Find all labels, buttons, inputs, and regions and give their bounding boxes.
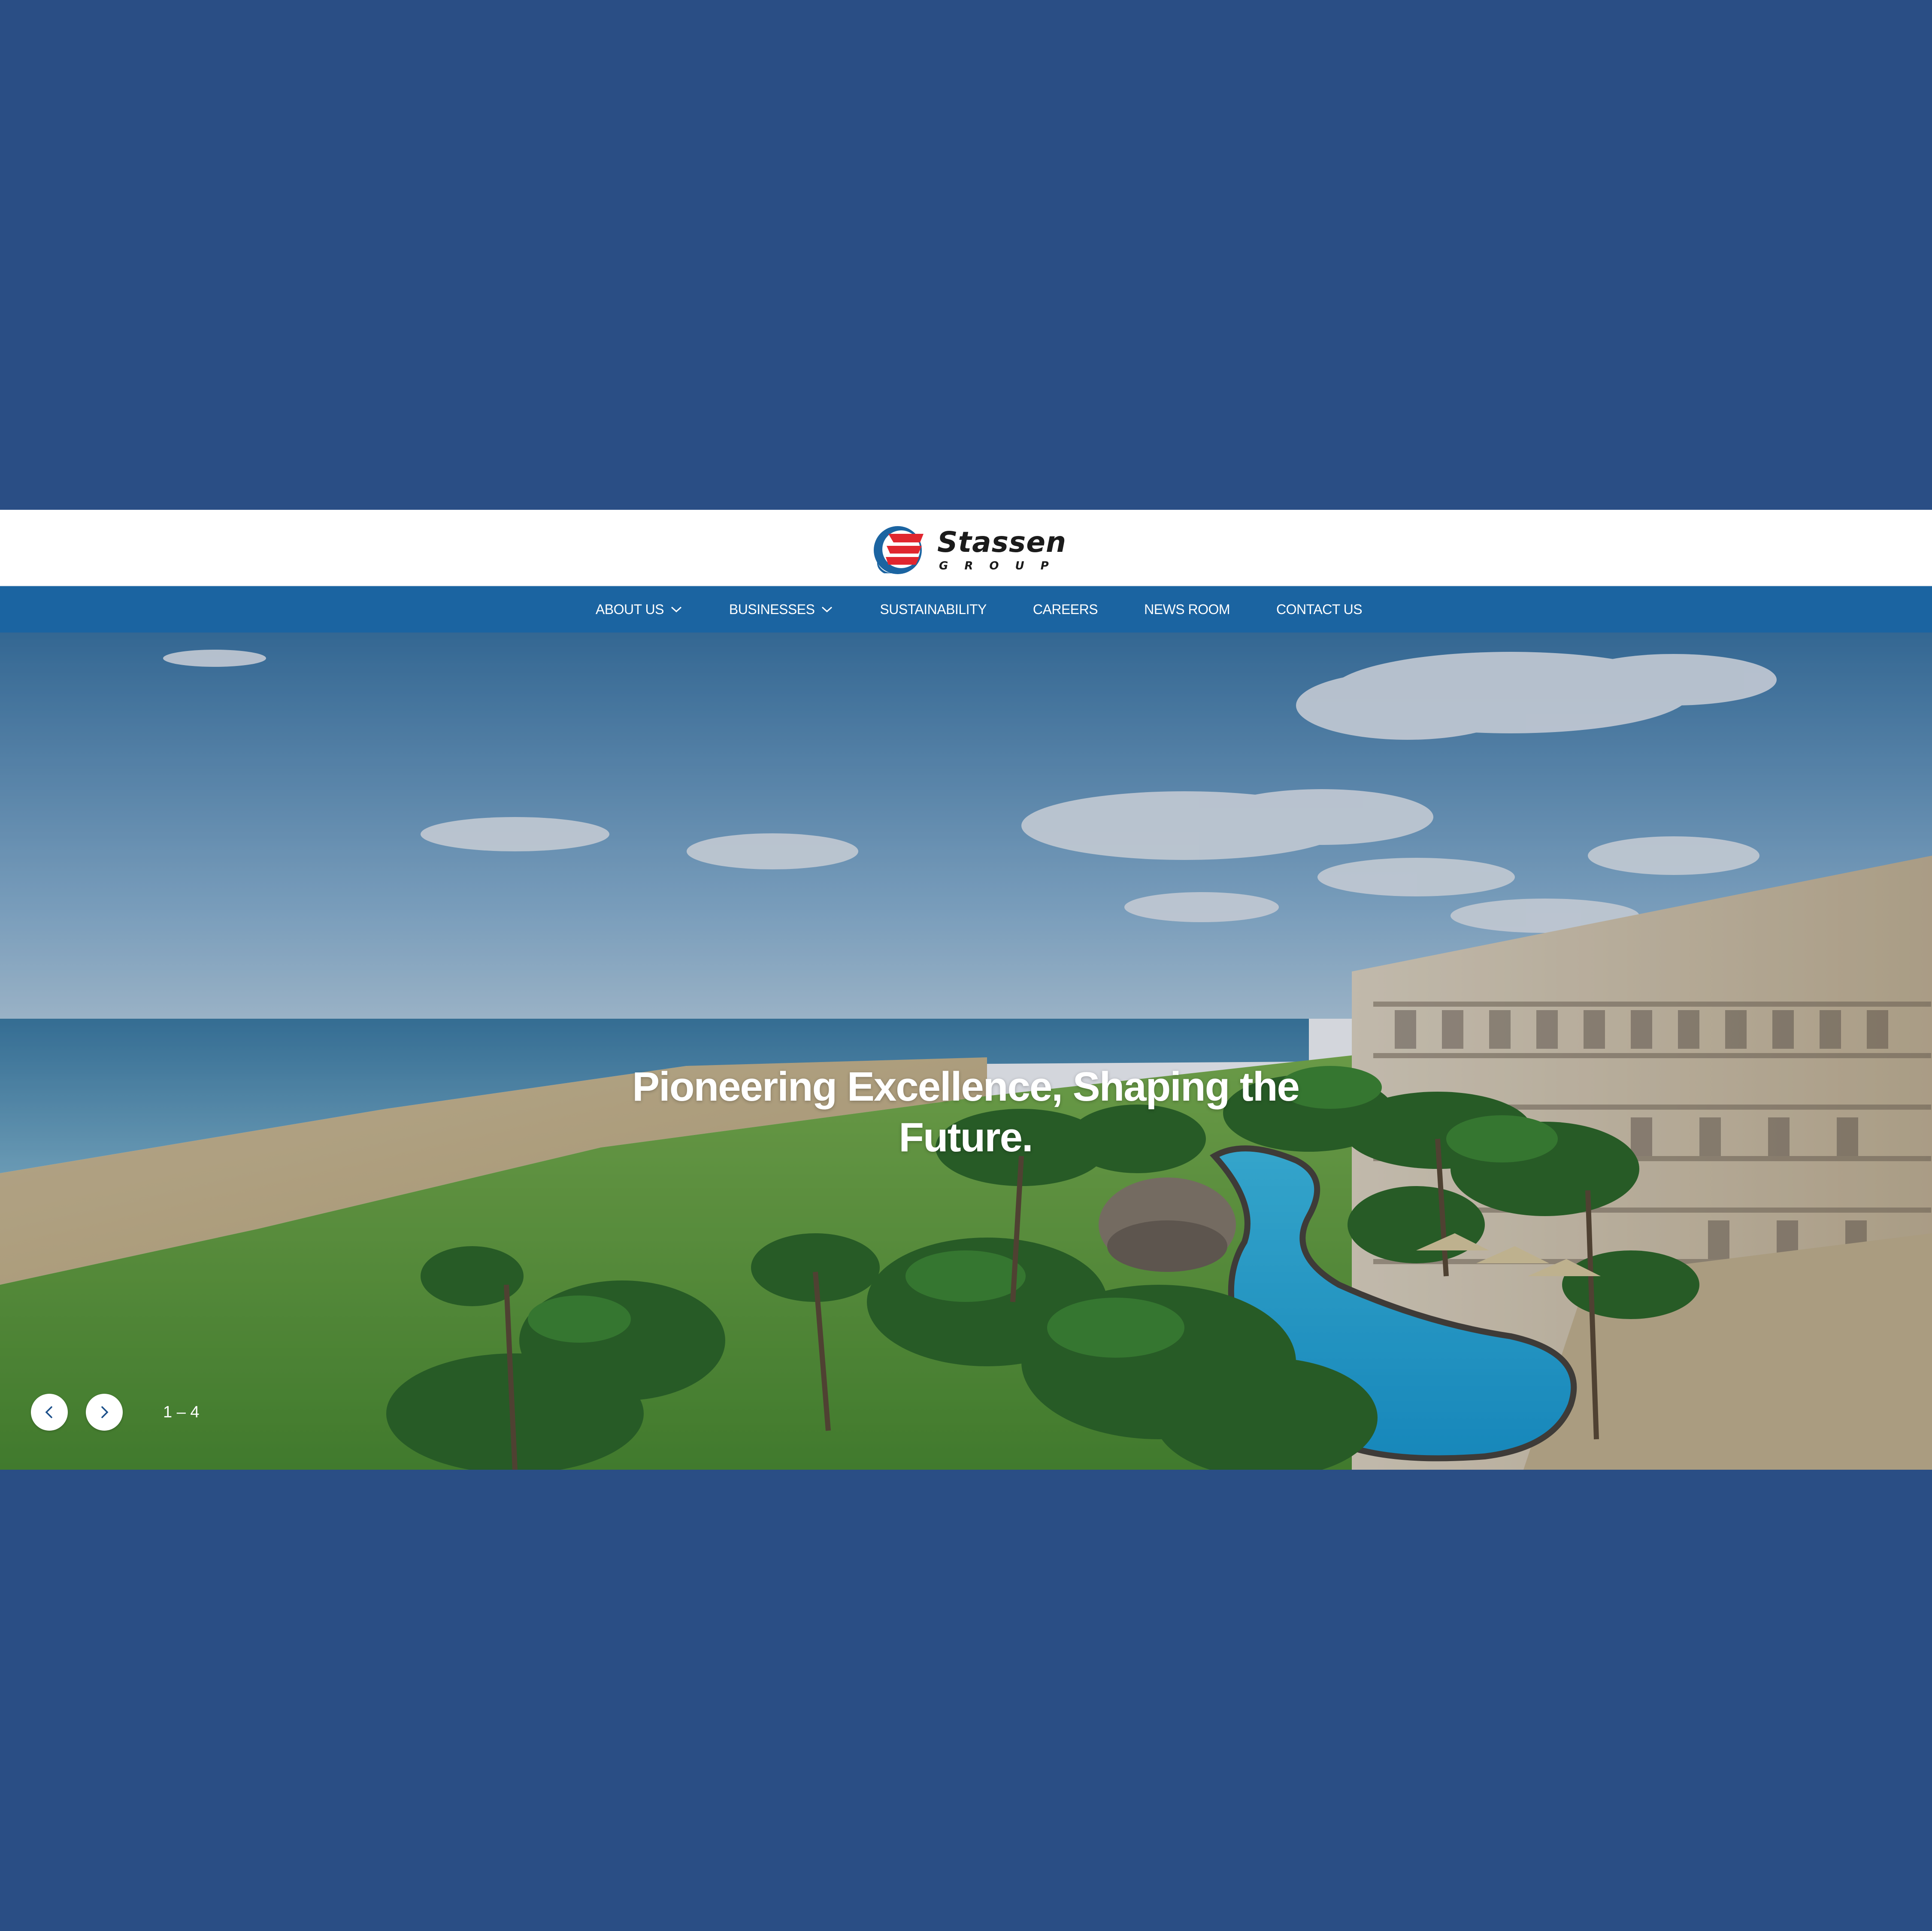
slider-prev-button[interactable] [31,1394,68,1431]
stassen-logo-icon [874,526,924,574]
nav-item-contact-us[interactable]: CONTACT US [1276,586,1363,633]
site-header: Stassen GROUP [0,510,1932,586]
brand-logo[interactable]: Stassen GROUP [871,524,1066,575]
nav-item-label: NEWS ROOM [1144,601,1230,617]
nav-item-label: CAREERS [1033,601,1098,617]
chevron-right-icon [101,1406,109,1418]
slide-counter: 1 – 4 [163,1403,200,1421]
chevron-left-icon [45,1406,52,1418]
nav-item-label: CONTACT US [1276,601,1363,617]
chevron-down-icon [671,606,681,613]
main-navigation: ABOUT US BUSINESSES SUSTAINABILITY CAREE… [0,586,1932,633]
hero-slider: Pioneering Excellence, Shaping the Futur… [0,633,1932,1470]
nav-item-careers[interactable]: CAREERS [1033,586,1098,633]
hero-title: Pioneering Excellence, Shaping the Futur… [632,1064,1300,1160]
nav-item-sustainability[interactable]: SUSTAINABILITY [880,586,987,633]
slider-next-button[interactable] [86,1394,123,1431]
nav-item-label: ABOUT US [595,601,664,617]
nav-item-news-room[interactable]: NEWS ROOM [1144,586,1230,633]
nav-item-label: BUSINESSES [729,601,815,617]
brand-subtitle: GROUP [939,560,1065,572]
nav-item-about-us[interactable]: ABOUT US [596,586,683,633]
nav-item-label: SUSTAINABILITY [880,601,987,617]
page-frame: Stassen GROUP ABOUT US BUSINESSES SUSTAI… [0,510,1932,1470]
hero-overlay [0,633,1932,1470]
chevron-down-icon [822,606,833,613]
nav-item-businesses[interactable]: BUSINESSES [729,586,834,633]
